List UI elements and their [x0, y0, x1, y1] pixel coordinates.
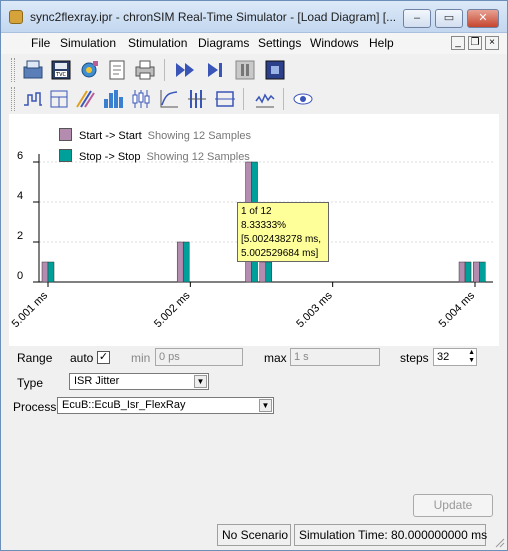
x-tick-label: 5.003 ms — [294, 289, 335, 330]
resize-grip-icon[interactable] — [493, 536, 505, 548]
min-field[interactable]: 0 ps — [155, 348, 243, 366]
toolbar-grip[interactable] — [11, 58, 15, 82]
bar-start-start[interactable] — [458, 261, 466, 283]
open-project-icon[interactable] — [21, 58, 45, 82]
legend-swatch-stop — [59, 149, 72, 162]
toolbar-separator — [243, 88, 244, 110]
menu-settings[interactable]: Settings — [258, 36, 301, 50]
legend-note-start: Showing 12 Samples — [147, 130, 252, 142]
trace-diagram-icon[interactable] — [73, 87, 97, 111]
auto-label: auto — [70, 351, 94, 365]
legend-start-start: Start -> Start Showing 12 Samples — [59, 128, 251, 142]
window-title: sync2flexray.ipr - chronSIM Real-Time Si… — [30, 10, 397, 24]
legend-swatch-start — [59, 128, 72, 141]
x-tick-label: 5.002 ms — [152, 289, 193, 330]
fast-forward-icon[interactable] — [173, 58, 197, 82]
legend-label-stop: Stop -> Stop — [79, 151, 141, 163]
menu-diagrams[interactable]: Diagrams — [198, 36, 249, 50]
jitter-diagram-icon[interactable] — [253, 87, 277, 111]
menu-help[interactable]: Help — [369, 36, 394, 50]
bar-stop-stop[interactable] — [47, 261, 55, 283]
bar-start-start[interactable] — [41, 261, 49, 283]
max-label: max — [264, 351, 287, 365]
type-label: Type — [17, 376, 44, 390]
app-icon[interactable] — [9, 10, 23, 24]
y-tick-label: 0 — [17, 270, 23, 282]
legend-stop-stop: Stop -> Stop Showing 12 Samples — [59, 149, 250, 163]
menu-bar: File Simulation Stimulation Diagrams Set… — [1, 33, 507, 54]
tooltip-line-2: 8.33333% — [241, 220, 287, 231]
toolbar-separator — [164, 59, 165, 81]
candlestick-icon[interactable] — [129, 87, 153, 111]
bar-start-start[interactable] — [259, 261, 267, 283]
legend-label-start: Start -> Start — [79, 130, 142, 142]
type-value: ISR Jitter — [74, 375, 120, 387]
toolbar-grip[interactable] — [11, 87, 15, 111]
process-label: Process — [13, 400, 57, 414]
toolbar-separator — [283, 88, 284, 110]
legend-note-stop: Showing 12 Samples — [146, 151, 250, 163]
bar-range-icon[interactable] — [185, 87, 209, 111]
bar-stop-stop[interactable] — [479, 261, 486, 283]
minimize-button[interactable]: ‒ — [403, 9, 431, 28]
histogram-icon[interactable] — [101, 87, 125, 111]
stepper-arrows-icon[interactable]: ▲ ▼ — [468, 349, 475, 365]
steps-stepper[interactable]: 32 ▲ ▼ — [433, 348, 477, 366]
maximize-button[interactable]: ▭ — [435, 9, 463, 28]
bar-stop-stop[interactable] — [182, 241, 190, 283]
tooltip-line-4: 5.002529684 ms] — [241, 248, 319, 259]
y-tick-label: 4 — [17, 190, 23, 202]
steps-value: 32 — [437, 351, 450, 363]
chevron-down-icon[interactable]: ▼ — [259, 399, 272, 412]
settings-gear-icon[interactable] — [77, 58, 101, 82]
y-tick-label: 2 — [17, 230, 23, 242]
steps-label: steps — [400, 351, 429, 365]
step-diagram-icon[interactable] — [21, 87, 45, 111]
bar-stop-stop[interactable] — [464, 261, 472, 283]
bar-start-start[interactable] — [473, 261, 480, 283]
pause-icon[interactable] — [233, 58, 257, 82]
child-restore-button[interactable]: ❐ — [468, 36, 482, 50]
tooltip-line-1: 1 of 12 — [241, 206, 272, 217]
auto-checkbox[interactable]: ✓ — [97, 351, 110, 364]
child-close-button[interactable]: × — [485, 36, 499, 50]
range-label: Range — [17, 351, 53, 365]
child-minimize-button[interactable]: _ — [451, 36, 465, 50]
bar-stop-stop[interactable] — [265, 261, 273, 283]
max-field[interactable]: 1 s — [290, 348, 380, 366]
stop-icon[interactable] — [263, 58, 287, 82]
curve-diagram-icon[interactable] — [157, 87, 181, 111]
simulation-time-status: Simulation Time: 80.000000000 ms — [294, 524, 487, 546]
x-tick-label: 5.001 ms — [10, 289, 51, 330]
menu-file[interactable]: File — [31, 36, 50, 50]
document-icon[interactable] — [105, 58, 129, 82]
type-select[interactable]: ISR Jitter ▼ — [69, 373, 209, 390]
toolbar-diagrams — [9, 85, 319, 113]
y-tick-label: 6 — [17, 150, 23, 162]
step-forward-icon[interactable] — [203, 58, 227, 82]
title-bar[interactable]: sync2flexray.ipr - chronSIM Real-Time Si… — [1, 1, 507, 33]
process-value: EcuB::EcuB_Isr_FlexRay — [62, 399, 186, 411]
print-icon[interactable] — [133, 58, 157, 82]
toolbar-main: TVC — [9, 56, 299, 84]
min-label: min — [131, 351, 151, 365]
scenario-status: No Scenario — [217, 524, 291, 546]
save-tvc-icon[interactable]: TVC — [49, 58, 73, 82]
bar-start-start[interactable] — [176, 241, 184, 283]
x-tick-label: 5.004 ms — [437, 289, 478, 330]
tooltip-line-3: [5.002438278 ms, — [241, 234, 322, 245]
menu-stimulation[interactable]: Stimulation — [128, 36, 187, 50]
main-window: sync2flexray.ipr - chronSIM Real-Time Si… — [0, 0, 508, 551]
update-button[interactable]: Update — [413, 494, 493, 517]
svg-text:TVC: TVC — [55, 72, 66, 78]
close-button[interactable]: ✕ — [467, 9, 499, 28]
eye-icon[interactable] — [291, 87, 315, 111]
menu-windows[interactable]: Windows — [310, 36, 359, 50]
chevron-down-icon[interactable]: ▼ — [194, 375, 207, 388]
chart-tooltip: 1 of 12 8.33333% [5.002438278 ms, 5.0025… — [237, 202, 329, 262]
span-diagram-icon[interactable] — [213, 87, 237, 111]
process-select[interactable]: EcuB::EcuB_Isr_FlexRay ▼ — [57, 397, 274, 414]
menu-simulation[interactable]: Simulation — [60, 36, 116, 50]
stack-diagram-icon[interactable] — [47, 87, 71, 111]
